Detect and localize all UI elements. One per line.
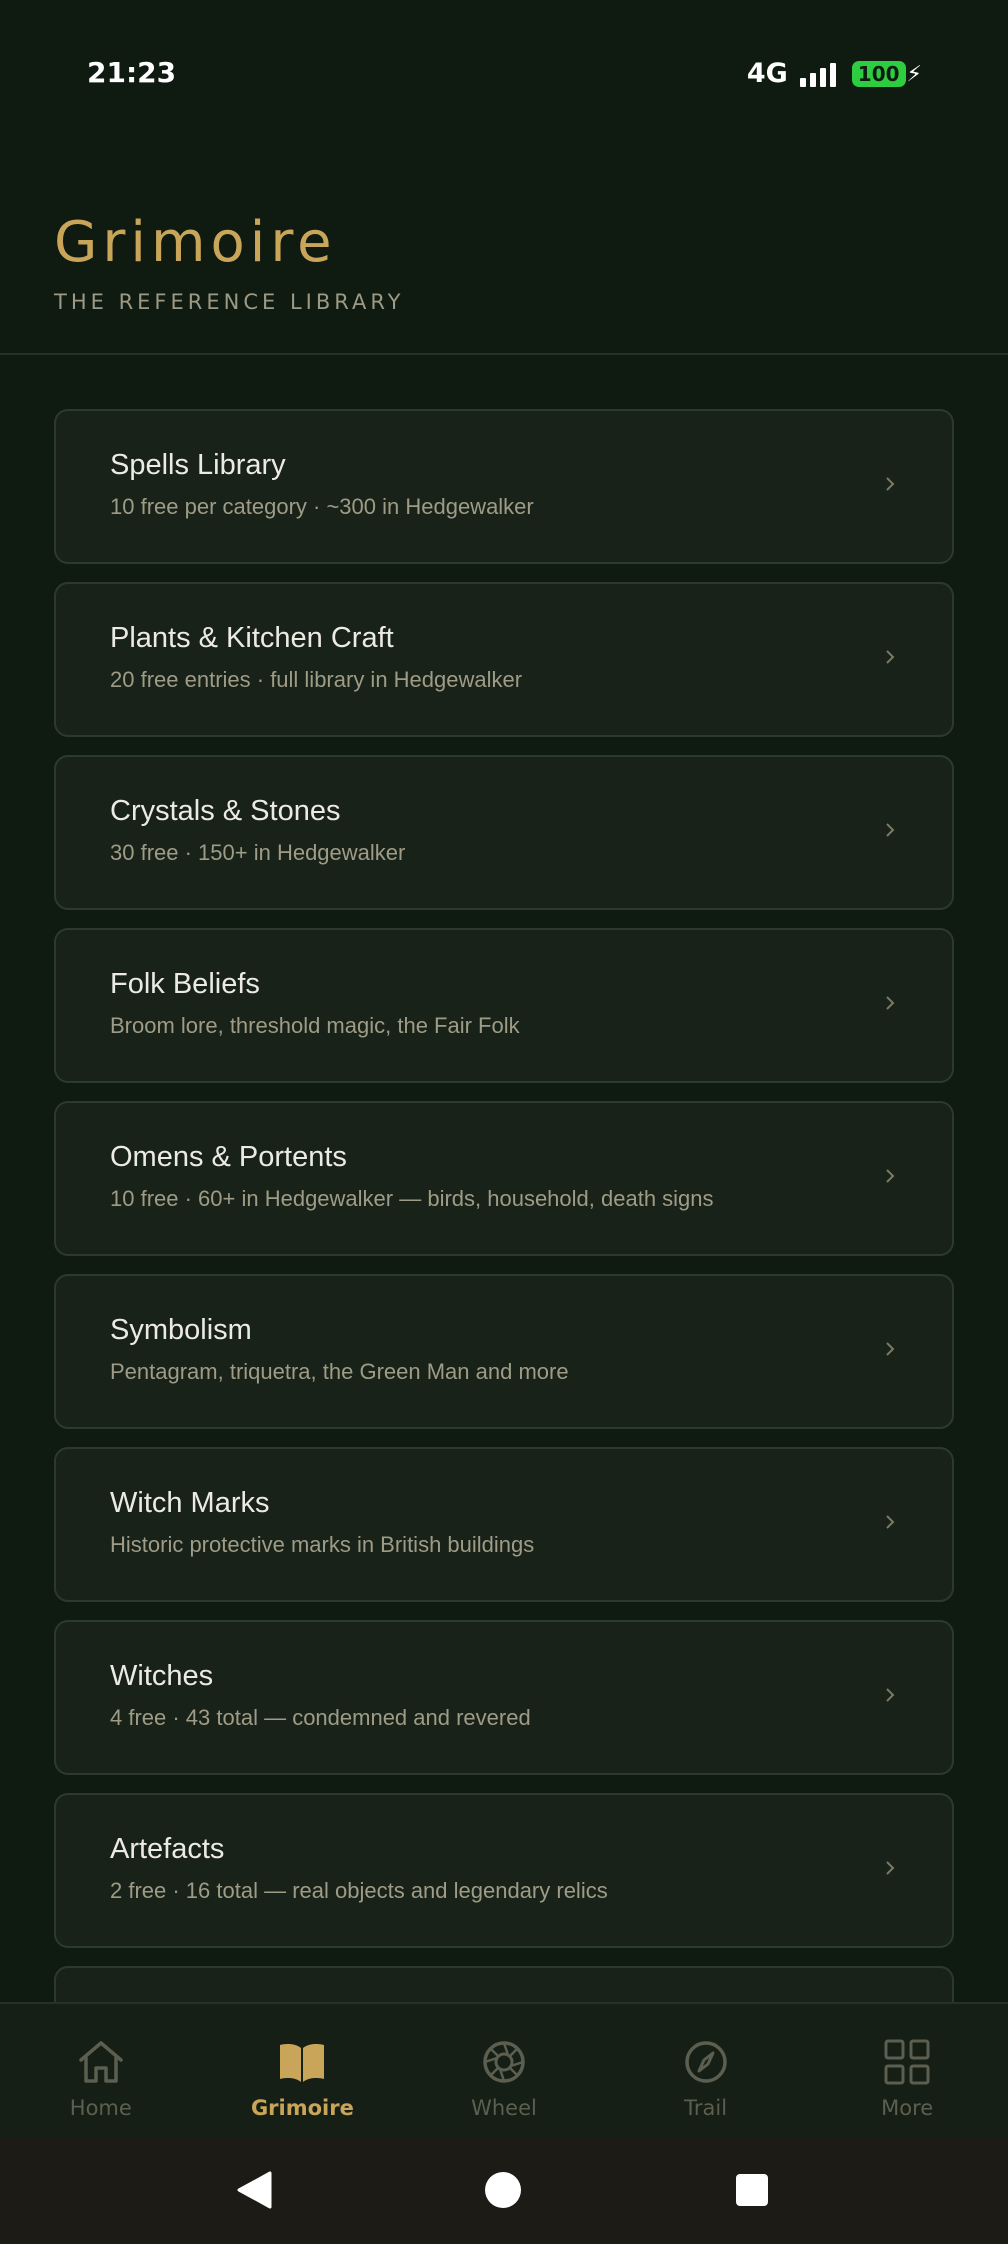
library-item-artefacts[interactable]: Artefacts 2 free · 16 total — real objec… — [54, 1793, 954, 1948]
item-title: Artefacts — [110, 1833, 225, 1865]
item-subtitle: 20 free entries · full library in Hedgew… — [110, 667, 523, 692]
chevron-right-icon — [886, 996, 895, 1010]
nav-label: Grimoire — [250, 2096, 354, 2120]
item-title: Omens & Portents — [110, 1141, 347, 1173]
library-item-plants[interactable]: Plants & Kitchen Craft 20 free entries ·… — [54, 582, 954, 737]
nav-grimoire[interactable]: Grimoire — [202, 2004, 404, 2139]
item-title: Plants & Kitchen Craft — [110, 622, 394, 654]
system-nav-bar — [0, 2137, 1008, 2244]
item-subtitle: Broom lore, threshold magic, the Fair Fo… — [110, 1013, 520, 1038]
nav-more[interactable]: More — [806, 2004, 1008, 2139]
chevron-right-icon — [886, 650, 895, 664]
chevron-right-icon — [886, 823, 895, 837]
wheel-icon — [483, 2041, 525, 2083]
battery-level: 100 — [851, 60, 906, 87]
library-list: Spells Library 10 free per category · ~3… — [54, 409, 954, 2139]
chevron-right-icon — [886, 477, 895, 491]
item-subtitle: 30 free · 150+ in Hedgewalker — [110, 840, 406, 865]
home-button-icon[interactable] — [484, 2171, 522, 2209]
library-item-spells[interactable]: Spells Library 10 free per category · ~3… — [54, 409, 954, 564]
status-bar: 21:23 4G 100 ⚡ — [0, 0, 1008, 150]
back-icon[interactable] — [234, 2169, 274, 2211]
nav-label: Home — [69, 2096, 132, 2120]
page-header: Grimoire THE REFERENCE LIBRARY — [0, 150, 1008, 355]
page-subtitle: THE REFERENCE LIBRARY — [54, 290, 405, 314]
item-title: Witch Marks — [110, 1487, 270, 1519]
item-subtitle: 4 free · 43 total — condemned and revere… — [110, 1705, 531, 1730]
library-item-folk-beliefs[interactable]: Folk Beliefs Broom lore, threshold magic… — [54, 928, 954, 1083]
home-icon — [79, 2041, 123, 2083]
bottom-nav: Home Grimoire Wheel Trail More — [0, 2002, 1008, 2139]
charging-icon: ⚡ — [906, 60, 922, 86]
chevron-right-icon — [886, 1861, 895, 1875]
item-title: Spells Library — [110, 449, 286, 481]
item-subtitle: 10 free · 60+ in Hedgewalker — birds, ho… — [110, 1186, 714, 1211]
item-subtitle: 10 free per category · ~300 in Hedgewalk… — [110, 494, 534, 519]
screen: 21:23 4G 100 ⚡ Grimoire THE REFERENCE LI… — [0, 0, 1008, 2244]
library-item-crystals[interactable]: Crystals & Stones 30 free · 150+ in Hedg… — [54, 755, 954, 910]
library-item-witches[interactable]: Witches 4 free · 43 total — condemned an… — [54, 1620, 954, 1775]
battery-icon: 100 ⚡ — [851, 60, 922, 87]
item-title: Symbolism — [110, 1314, 252, 1346]
item-subtitle: Pentagram, triquetra, the Green Man and … — [110, 1359, 569, 1384]
item-title: Witches — [110, 1660, 214, 1692]
item-subtitle: 2 free · 16 total — real objects and leg… — [110, 1878, 608, 1903]
nav-label: More — [881, 2096, 934, 2120]
grid-icon — [884, 2039, 930, 2085]
item-title: Folk Beliefs — [110, 968, 260, 1000]
item-title: Crystals & Stones — [110, 795, 341, 827]
signal-icon — [799, 61, 836, 87]
nav-label: Wheel — [471, 2096, 537, 2120]
item-subtitle: Historic protective marks in British bui… — [110, 1532, 535, 1557]
status-indicators: 4G 100 ⚡ — [747, 58, 922, 89]
chevron-right-icon — [886, 1515, 895, 1529]
compass-icon — [684, 2041, 727, 2083]
nav-wheel[interactable]: Wheel — [403, 2004, 605, 2139]
library-item-symbolism[interactable]: Symbolism Pentagram, triquetra, the Gree… — [54, 1274, 954, 1429]
chevron-right-icon — [886, 1169, 895, 1183]
status-time: 21:23 — [87, 56, 177, 89]
library-item-witch-marks[interactable]: Witch Marks Historic protective marks in… — [54, 1447, 954, 1602]
library-item-omens[interactable]: Omens & Portents 10 free · 60+ in Hedgew… — [54, 1101, 954, 1256]
recents-icon[interactable] — [735, 2173, 769, 2207]
network-type: 4G — [746, 58, 788, 89]
chevron-right-icon — [886, 1688, 895, 1702]
nav-home[interactable]: Home — [0, 2004, 202, 2139]
nav-label: Trail — [684, 2096, 728, 2120]
nav-trail[interactable]: Trail — [605, 2004, 807, 2139]
chevron-right-icon — [886, 1342, 895, 1356]
book-icon — [280, 2044, 325, 2082]
page-title: Grimoire — [54, 210, 337, 275]
